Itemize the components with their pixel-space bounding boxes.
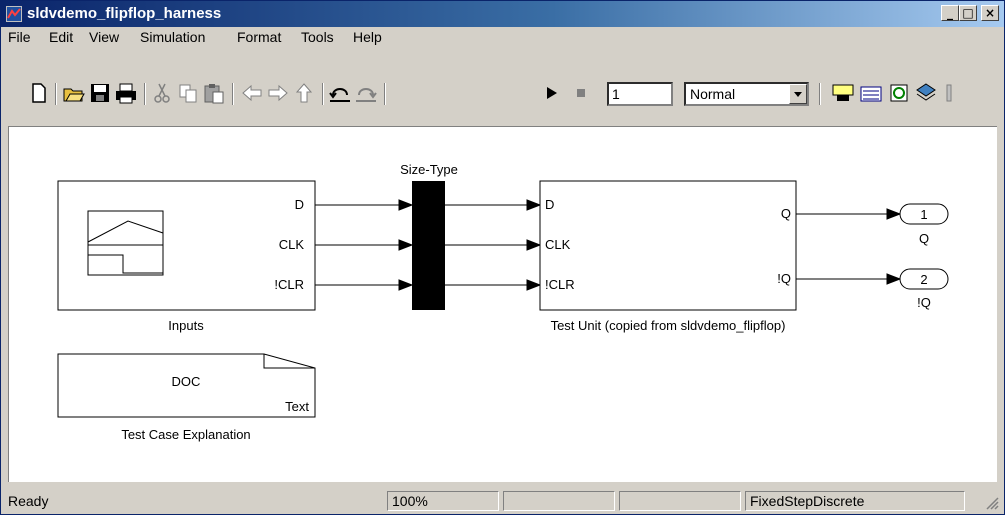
copy-icon[interactable] bbox=[176, 81, 200, 105]
test-unit-port-label-q: Q bbox=[781, 206, 791, 221]
test-unit-port-label-d: D bbox=[545, 197, 554, 212]
inputs-block-name[interactable]: Inputs bbox=[168, 318, 204, 333]
start-simulation-icon[interactable] bbox=[539, 81, 563, 105]
menu-simulation[interactable]: Simulation bbox=[140, 29, 205, 45]
menu-help[interactable]: Help bbox=[353, 29, 382, 45]
menu-bar: File Edit View Simulation Format Tools H… bbox=[1, 27, 1004, 47]
build-icon[interactable] bbox=[831, 81, 855, 105]
doc-block-type: Text bbox=[285, 399, 309, 414]
menu-tools[interactable]: Tools bbox=[301, 29, 334, 45]
status-cell-3 bbox=[503, 491, 615, 511]
toolbar-overflow-icon[interactable] bbox=[943, 81, 955, 105]
new-model-icon[interactable] bbox=[27, 81, 51, 105]
inputs-port-label-clr: !CLR bbox=[274, 277, 304, 292]
status-bar: Ready 100% FixedStepDiscrete bbox=[1, 488, 1004, 514]
menu-view[interactable]: View bbox=[89, 29, 119, 45]
open-icon[interactable] bbox=[62, 81, 86, 105]
library-browser-icon[interactable] bbox=[914, 81, 938, 105]
redo-icon[interactable] bbox=[354, 81, 378, 105]
cut-icon[interactable] bbox=[150, 81, 174, 105]
refresh-icon[interactable] bbox=[887, 81, 911, 105]
menu-edit[interactable]: Edit bbox=[49, 29, 73, 45]
simulation-mode-value: Normal bbox=[690, 86, 736, 102]
toolbar-separator bbox=[232, 83, 234, 105]
inputs-port-label-clk: CLK bbox=[279, 237, 305, 252]
toolbar-separator bbox=[322, 83, 324, 105]
outport-2-block[interactable]: 2 bbox=[899, 268, 949, 290]
up-level-icon[interactable] bbox=[292, 81, 316, 105]
menu-file[interactable]: File bbox=[8, 29, 31, 45]
minimize-button[interactable]: _ bbox=[941, 5, 959, 21]
toolbar-separator bbox=[819, 83, 821, 105]
size-type-block-name[interactable]: Size-Type bbox=[400, 162, 458, 177]
status-cell-4 bbox=[619, 491, 741, 511]
outport-2-number: 2 bbox=[920, 272, 927, 287]
update-diagram-icon[interactable] bbox=[859, 81, 883, 105]
zoom-level: 100% bbox=[387, 491, 499, 511]
toolbar-separator bbox=[144, 83, 146, 105]
toolbar-separator bbox=[384, 83, 386, 105]
solver-status: FixedStepDiscrete bbox=[745, 491, 965, 511]
paste-icon[interactable] bbox=[202, 81, 226, 105]
outport-2-name[interactable]: !Q bbox=[917, 295, 931, 310]
maximize-button[interactable]: □ bbox=[959, 5, 977, 21]
title-bar[interactable]: sldvdemo_flipflop_harness _ □ × bbox=[1, 1, 1004, 27]
close-button[interactable]: × bbox=[981, 5, 999, 21]
stop-time-input[interactable]: 1 bbox=[607, 82, 673, 106]
forward-icon[interactable] bbox=[266, 81, 290, 105]
status-text: Ready bbox=[8, 493, 49, 509]
outport-1-number: 1 bbox=[920, 207, 927, 222]
toolbar-separator bbox=[55, 83, 57, 105]
stop-simulation-icon[interactable] bbox=[569, 81, 593, 105]
test-unit-port-label-clk: CLK bbox=[545, 237, 571, 252]
back-icon[interactable] bbox=[240, 81, 264, 105]
outport-1-name[interactable]: Q bbox=[919, 231, 929, 246]
print-icon[interactable] bbox=[114, 81, 138, 105]
chevron-down-icon[interactable] bbox=[789, 84, 807, 104]
doc-block-label: DOC bbox=[172, 374, 201, 389]
size-type-block[interactable] bbox=[412, 181, 445, 310]
menu-format[interactable]: Format bbox=[237, 29, 281, 45]
resize-grip-icon[interactable] bbox=[983, 494, 999, 510]
simulation-mode-select[interactable]: Normal bbox=[684, 82, 809, 106]
test-unit-port-label-notq: !Q bbox=[777, 271, 791, 286]
inputs-port-label-d: D bbox=[295, 197, 304, 212]
test-unit-block-name[interactable]: Test Unit (copied from sldvdemo_flipflop… bbox=[551, 318, 786, 333]
test-unit-port-label-clr: !CLR bbox=[545, 277, 575, 292]
window-title: sldvdemo_flipflop_harness bbox=[27, 5, 222, 22]
outport-1-block[interactable]: 1 bbox=[899, 203, 949, 225]
save-icon[interactable] bbox=[88, 81, 112, 105]
inputs-block[interactable]: D CLK !CLR bbox=[57, 180, 316, 311]
doc-block-name[interactable]: Test Case Explanation bbox=[121, 427, 250, 442]
simulink-app-icon bbox=[6, 6, 22, 22]
block-diagram[interactable]: D CLK !CLR Inputs Size-Type D CLK !CLR Q… bbox=[9, 127, 997, 482]
undo-icon[interactable] bbox=[328, 81, 352, 105]
model-canvas[interactable]: D CLK !CLR Inputs Size-Type D CLK !CLR Q… bbox=[8, 126, 997, 482]
model-window: sldvdemo_flipflop_harness _ □ × File Edi… bbox=[0, 0, 1005, 515]
test-unit-block[interactable]: D CLK !CLR Q !Q bbox=[539, 180, 797, 311]
doc-block[interactable]: DOC Text bbox=[57, 353, 316, 418]
